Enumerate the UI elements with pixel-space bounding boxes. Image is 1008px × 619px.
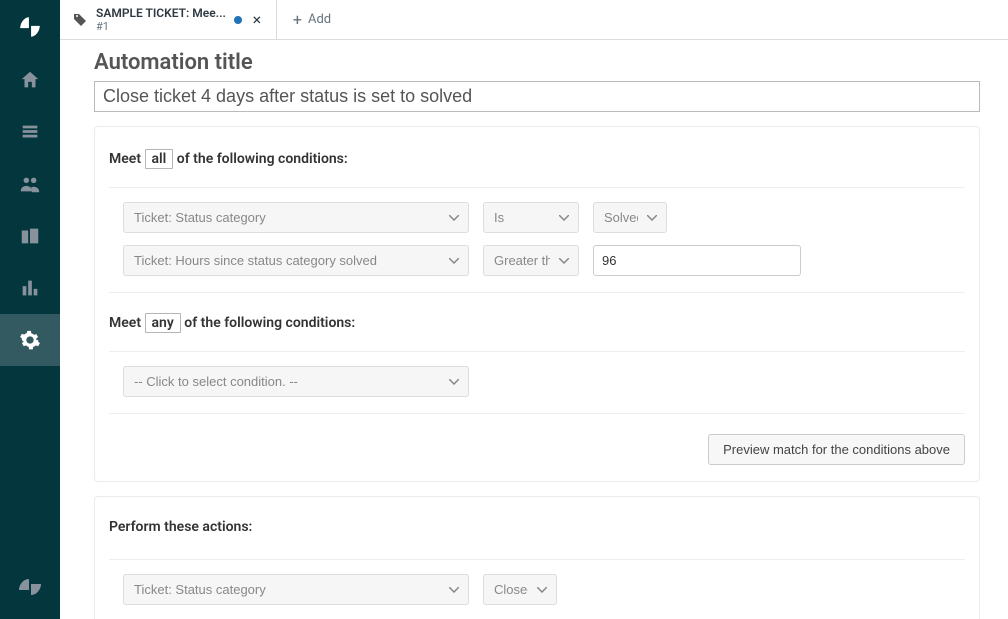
brand-logo-icon (17, 14, 43, 40)
unsaved-dot-icon (234, 16, 242, 24)
condition-row: Ticket: Status category Is Solved (123, 202, 965, 233)
content-area: Automation title Meet all of the followi… (60, 40, 1008, 619)
ticket-icon (72, 12, 88, 28)
conditions-all-heading: Meet all of the following conditions: (109, 149, 965, 169)
condition-field-select[interactable]: Ticket: Status category (123, 202, 469, 233)
conditions-card: Meet all of the following conditions: Ti… (94, 126, 980, 482)
action-field-select[interactable]: Ticket: Status category (123, 574, 469, 605)
condition-field-select[interactable]: -- Click to select condition. -- (123, 366, 469, 397)
plus-icon: + (293, 10, 302, 29)
actions-rows: Ticket: Status category Closed (109, 559, 965, 619)
conditions-any-heading: Meet any of the following conditions: (109, 313, 965, 333)
condition-value-input[interactable] (593, 245, 801, 276)
nav-zendesk-products[interactable] (0, 561, 60, 613)
actions-card: Perform these actions: Ticket: Status ca… (94, 496, 980, 619)
nav-admin[interactable] (0, 314, 60, 366)
tab-title: SAMPLE TICKET: Mee... (96, 6, 226, 20)
action-row: Ticket: Status category Closed (123, 574, 965, 605)
automation-title-input[interactable] (94, 81, 980, 112)
page-heading: Automation title (94, 50, 980, 75)
nav-home[interactable] (0, 54, 60, 106)
tab-subtitle: #1 (96, 20, 226, 33)
tab-bar: SAMPLE TICKET: Mee... #1 × + Add (60, 0, 1008, 40)
tab-ticket[interactable]: SAMPLE TICKET: Mee... #1 × (60, 0, 277, 39)
condition-row: Ticket: Hours since status category solv… (123, 245, 965, 276)
nav-reporting[interactable] (0, 262, 60, 314)
condition-operator-select[interactable]: Greater than (483, 245, 579, 276)
actions-heading: Perform these actions: (109, 519, 965, 535)
nav-customers[interactable] (0, 158, 60, 210)
preview-match-button[interactable]: Preview match for the conditions above (708, 434, 965, 465)
any-token: any (145, 313, 181, 333)
conditions-all-rows: Ticket: Status category Is Solved Ticket… (109, 187, 965, 293)
add-tab-button[interactable]: + Add (277, 0, 347, 39)
condition-row: -- Click to select condition. -- (123, 366, 965, 397)
nav-views[interactable] (0, 106, 60, 158)
action-value-select[interactable]: Closed (483, 574, 557, 605)
nav-rail (0, 0, 60, 619)
all-token: all (145, 149, 174, 169)
main-area: SAMPLE TICKET: Mee... #1 × + Add Automat… (60, 0, 1008, 619)
nav-organizations[interactable] (0, 210, 60, 262)
condition-operator-select[interactable]: Is (483, 202, 579, 233)
condition-value-select[interactable]: Solved (593, 202, 667, 233)
close-tab-button[interactable]: × (250, 13, 264, 27)
condition-field-select[interactable]: Ticket: Hours since status category solv… (123, 245, 469, 276)
conditions-any-rows: -- Click to select condition. -- (109, 351, 965, 414)
add-tab-label: Add (308, 12, 331, 27)
